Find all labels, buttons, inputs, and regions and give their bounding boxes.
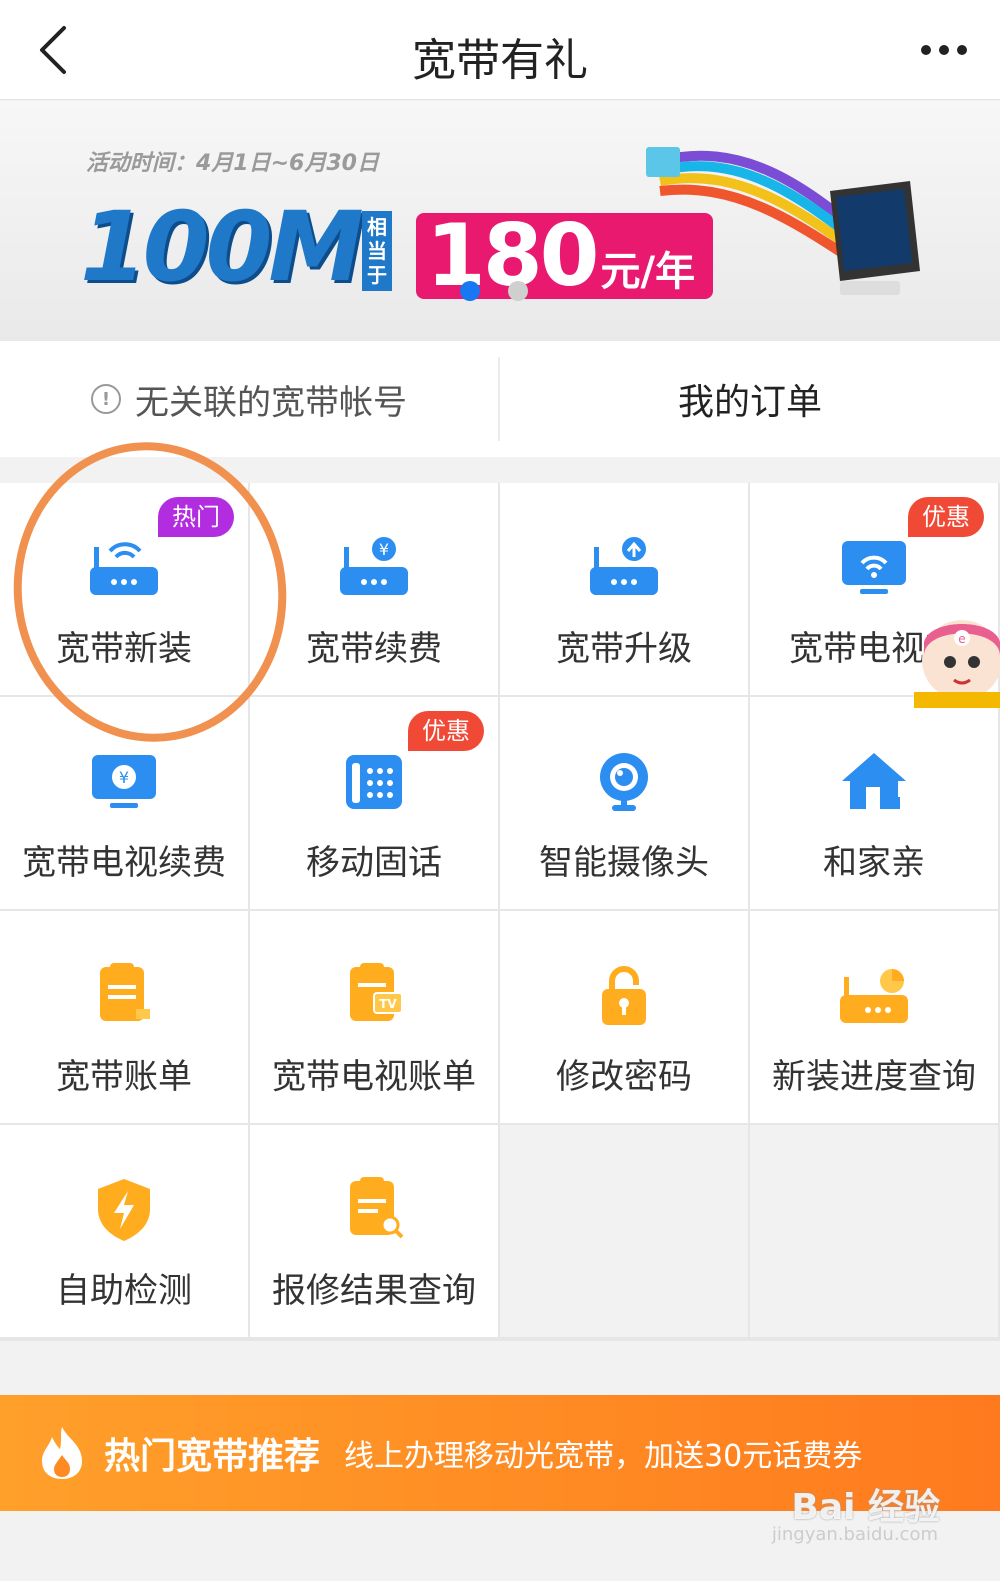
tv-bill-icon: TV — [334, 961, 414, 1031]
grid-item-label: 宽带电视续费 — [22, 843, 226, 883]
deal-badge: 优惠 — [908, 497, 984, 537]
carousel-indicator[interactable] — [460, 281, 528, 301]
page: 宽带有礼 活动时间：4月1日~6月30日 100M 相当于 180 元/年 ! … — [0, 0, 1000, 1581]
app-header: 宽带有礼 — [0, 0, 1000, 100]
grid-item-upgrade[interactable]: 宽带升级 — [500, 483, 748, 695]
grid-item-self-check[interactable]: 自助检测 — [0, 1125, 248, 1337]
svg-text:e: e — [958, 632, 965, 646]
assistant-mascot-icon[interactable]: e — [914, 612, 1000, 708]
banner-speed: 100M — [80, 191, 364, 303]
page-title: 宽带有礼 — [412, 35, 588, 86]
grid-item-label: 移动固话 — [306, 843, 442, 883]
grid-item-smart-camera[interactable]: 智能摄像头 — [500, 697, 748, 909]
grid-item-label: 新装进度查询 — [772, 1057, 976, 1097]
banner-equivalent: 相当于 — [362, 211, 392, 291]
grid-item-label: 自助检测 — [56, 1271, 192, 1311]
svg-text:¥: ¥ — [379, 540, 389, 559]
lock-icon — [584, 961, 664, 1031]
grid-item-tv-renewal[interactable]: ¥ 宽带电视续费 — [0, 697, 248, 909]
watermark-url: jingyan.baidu.com — [771, 1524, 938, 1545]
hot-badge: 热门 — [158, 497, 234, 537]
repair-search-icon — [334, 1175, 414, 1245]
grid-item-hejiaqin[interactable]: 和家亲 — [750, 697, 998, 909]
router-progress-icon — [834, 961, 914, 1031]
account-row: ! 无关联的宽带帐号 我的订单 — [0, 341, 1000, 457]
promo-title: 热门宽带推荐 — [104, 1436, 321, 1477]
grid-item-label: 宽带账单 — [56, 1057, 192, 1097]
my-orders-button[interactable]: 我的订单 — [500, 341, 1000, 457]
more-options-icon[interactable] — [918, 30, 970, 70]
router-yuan-icon: ¥ — [334, 533, 414, 603]
router-wifi-icon — [84, 533, 164, 603]
grid-item-label: 报修结果查询 — [272, 1271, 476, 1311]
deal-badge: 优惠 — [408, 711, 484, 751]
landline-phone-icon — [334, 747, 414, 817]
grid-empty-cell — [750, 1125, 998, 1337]
grid-item-landline[interactable]: 优惠 移动固话 — [250, 697, 498, 909]
carousel-dot-2[interactable] — [508, 281, 528, 301]
grid-item-install-progress[interactable]: 新装进度查询 — [750, 911, 998, 1123]
grid-item-label: 和家亲 — [823, 843, 925, 883]
unlinked-account-label: 无关联的宽带帐号 — [135, 382, 407, 423]
info-icon: ! — [91, 384, 121, 414]
grid-item-label: 修改密码 — [556, 1057, 692, 1097]
home-icon — [834, 747, 914, 817]
grid-empty-cell — [500, 1125, 748, 1337]
grid-item-label: 宽带续费 — [306, 629, 442, 669]
watermark: Bai 经验 — [791, 1487, 940, 1528]
my-orders-label: 我的订单 — [677, 382, 822, 423]
grid-item-new-broadband[interactable]: 热门 宽带新装 — [0, 483, 248, 695]
grid-item-label: 宽带升级 — [556, 629, 692, 669]
activity-time: 活动时间：4月1日~6月30日 — [86, 151, 379, 176]
grid-item-label: 宽带新装 — [56, 629, 192, 669]
fire-icon — [42, 1427, 82, 1479]
grid-item-broadband-bill[interactable]: 宽带账单 — [0, 911, 248, 1123]
grid-item-repair-query[interactable]: 报修结果查询 — [250, 1125, 498, 1337]
grid-item-label: 智能摄像头 — [539, 843, 709, 883]
service-grid: 热门 宽带新装 ¥ 宽带续费 宽带升级 优惠 宽带电视新 ¥ 宽带电视续费 优惠… — [0, 483, 1000, 1341]
grid-item-label: 宽带电视账单 — [272, 1057, 476, 1097]
tv-yuan-icon: ¥ — [84, 747, 164, 817]
svg-text:TV: TV — [379, 997, 397, 1011]
bill-icon — [84, 961, 164, 1031]
grid-item-tv-bill[interactable]: TV 宽带电视账单 — [250, 911, 498, 1123]
unlinked-account[interactable]: ! 无关联的宽带帐号 — [0, 341, 498, 457]
tv-wifi-icon — [834, 533, 914, 603]
grid-item-change-password[interactable]: 修改密码 — [500, 911, 748, 1123]
camera-icon — [584, 747, 664, 817]
grid-item-renewal[interactable]: ¥ 宽带续费 — [250, 483, 498, 695]
router-upgrade-icon — [584, 533, 664, 603]
shield-bolt-icon — [84, 1175, 164, 1245]
svg-text:¥: ¥ — [119, 768, 129, 787]
promo-text: 线上办理移动光宽带，加送30元话费券 — [344, 1439, 863, 1474]
cable-monitor-illustration — [646, 147, 920, 295]
carousel-dot-1[interactable] — [460, 281, 480, 301]
promo-banner[interactable]: 活动时间：4月1日~6月30日 100M 相当于 180 元/年 — [0, 101, 1000, 341]
